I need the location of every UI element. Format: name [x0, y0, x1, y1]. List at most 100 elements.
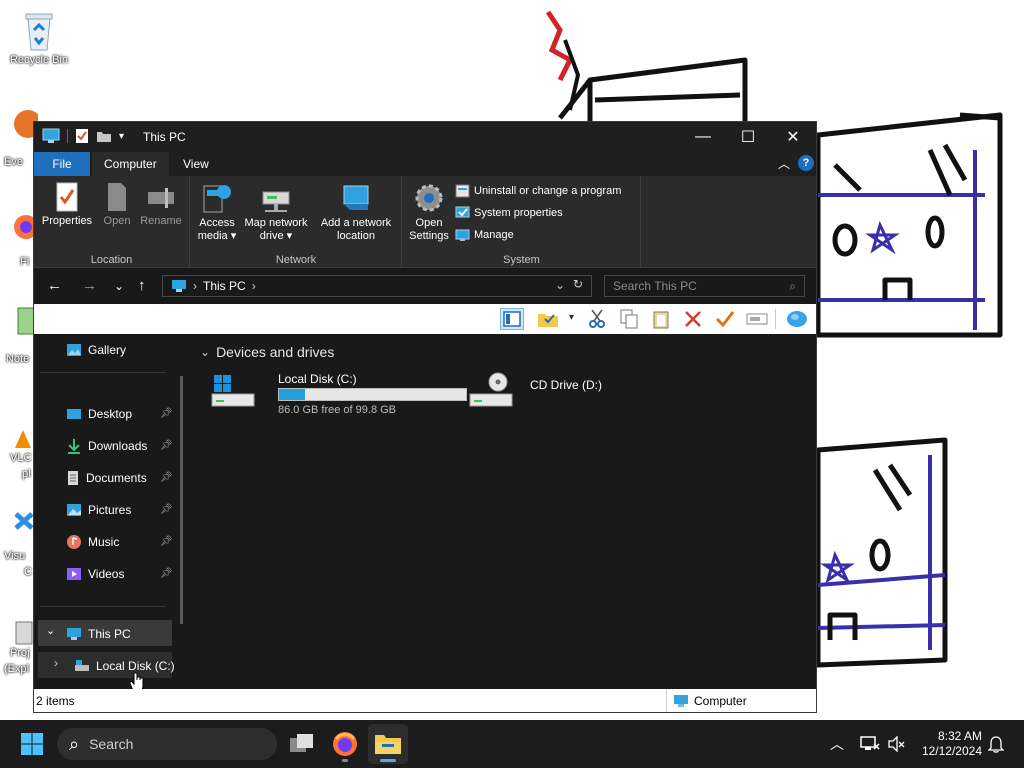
- project-desktop-icon[interactable]: [14, 620, 34, 649]
- local-disk-icon: [211, 375, 255, 407]
- add-network-location-button[interactable]: Add a network location: [315, 180, 397, 243]
- desktop-icon-recycle-bin[interactable]: Recycle Bin: [4, 8, 74, 66]
- breadcrumb-chevron-icon[interactable]: ›: [252, 279, 256, 293]
- cd-drive-icon: [469, 372, 513, 407]
- ribbon-group-system: Open Settings Uninstall or change a prog…: [403, 176, 641, 268]
- maximize-button[interactable]: ☐: [725, 122, 771, 152]
- navigation-pane-icon[interactable]: [500, 308, 524, 330]
- expand-chevron-icon[interactable]: ⌄: [46, 624, 55, 637]
- status-bar: 2 items Computer: [34, 689, 816, 712]
- select-all-icon[interactable]: [536, 308, 560, 330]
- nav-item-downloads[interactable]: Downloads: [66, 436, 147, 456]
- shortcut-icon: [15, 621, 33, 645]
- drive-local-disk-c[interactable]: Local Disk (C:) 86.0 GB free of 99.8 GB: [210, 372, 467, 422]
- title-bar[interactable]: ▾ This PC — ☐ ✕: [34, 122, 816, 152]
- firefox-icon: [14, 215, 38, 239]
- nav-item-documents[interactable]: Documents: [66, 468, 147, 488]
- address-input[interactable]: › This PC › ⌄ ↻: [162, 275, 592, 297]
- nav-divider: [40, 606, 166, 607]
- network-drive-icon: [262, 191, 290, 212]
- toolbar-divider: [775, 309, 776, 329]
- desktop-icon-label-partial: Proj: [10, 647, 30, 659]
- start-button[interactable]: [12, 724, 52, 764]
- pin-icon[interactable]: 📌︎: [160, 504, 173, 515]
- vscode-desktop-icon[interactable]: [14, 506, 34, 539]
- notepad-desktop-icon[interactable]: [16, 306, 35, 339]
- system-properties-button[interactable]: System properties: [455, 206, 563, 220]
- recent-locations-icon[interactable]: ⌄: [114, 279, 124, 293]
- pin-icon[interactable]: 📌︎: [160, 568, 173, 579]
- breadcrumb-chevron-icon[interactable]: ›: [193, 279, 197, 293]
- collapse-ribbon-icon[interactable]: ︿: [778, 155, 790, 172]
- help-icon[interactable]: ?: [798, 155, 814, 171]
- recycle-bin-icon: [25, 13, 53, 51]
- task-view-button[interactable]: [282, 724, 322, 764]
- copy-icon[interactable]: [617, 308, 641, 330]
- map-network-drive-button[interactable]: Map network drive ▾: [241, 180, 311, 243]
- uninstall-program-button[interactable]: Uninstall or change a program: [455, 184, 621, 198]
- nav-item-this-pc[interactable]: This PC: [66, 624, 131, 644]
- firefox-taskbar-button[interactable]: [325, 724, 365, 764]
- tab-computer[interactable]: Computer: [92, 152, 169, 176]
- section-collapse-icon[interactable]: ⌄: [200, 345, 210, 359]
- nav-item-desktop[interactable]: Desktop: [66, 404, 132, 424]
- windows-logo-icon: [21, 733, 43, 755]
- new-folder-qat-icon[interactable]: [96, 129, 112, 143]
- access-media-button[interactable]: Access media ▾: [197, 180, 237, 243]
- forward-arrow-icon[interactable]: →: [82, 277, 97, 294]
- qat-dropdown-icon[interactable]: ▾: [119, 131, 124, 142]
- collapse-chevron-icon[interactable]: ›: [54, 656, 58, 670]
- nav-item-gallery[interactable]: Gallery: [66, 340, 126, 360]
- breadcrumb-this-pc[interactable]: This PC: [203, 279, 246, 293]
- nav-item-local-disk[interactable]: Local Disk (C:): [74, 656, 175, 676]
- customize-dropdown-icon[interactable]: ▾: [569, 312, 574, 323]
- drive-cd-d[interactable]: CD Drive (D:): [468, 372, 628, 412]
- network-status-icon[interactable]: [860, 736, 880, 752]
- up-arrow-icon[interactable]: ↑: [138, 277, 146, 294]
- rename-toolbar-icon[interactable]: [745, 308, 769, 330]
- tab-view[interactable]: View: [171, 152, 221, 176]
- open-icon: [108, 183, 126, 211]
- nav-item-videos[interactable]: Videos: [66, 564, 124, 584]
- properties-qat-icon[interactable]: [75, 128, 89, 144]
- taskbar-search[interactable]: ⌕ Search: [57, 728, 277, 760]
- nav-item-music[interactable]: Music: [66, 532, 119, 552]
- clock[interactable]: 8:32 AM 12/12/2024: [912, 729, 982, 759]
- command-toolbar: ▾: [34, 304, 816, 334]
- file-explorer-taskbar-button[interactable]: [368, 724, 408, 764]
- pin-icon[interactable]: 📌︎: [160, 408, 173, 419]
- open-button[interactable]: Open: [98, 180, 136, 228]
- open-settings-button[interactable]: Open Settings: [407, 180, 451, 243]
- paste-icon[interactable]: [649, 308, 673, 330]
- pin-icon[interactable]: 📌︎: [160, 440, 173, 451]
- nav-scrollbar[interactable]: [180, 376, 183, 624]
- minimize-button[interactable]: —: [680, 122, 726, 152]
- tab-file[interactable]: File: [34, 152, 90, 176]
- close-button[interactable]: ✕: [770, 122, 816, 152]
- delete-icon[interactable]: [681, 308, 705, 330]
- ribbon-tabs: File Computer View ︿ ?: [34, 152, 816, 176]
- running-indicator: [342, 759, 348, 762]
- pin-icon[interactable]: 📌︎: [160, 472, 173, 483]
- pin-icon[interactable]: 📌︎: [160, 536, 173, 547]
- properties-button[interactable]: Properties: [40, 180, 94, 228]
- qat-divider: [67, 129, 68, 143]
- videos-icon: [67, 568, 81, 580]
- section-header-devices[interactable]: ⌄ Devices and drives: [200, 344, 334, 360]
- volume-muted-icon[interactable]: [887, 736, 905, 752]
- view-options-icon[interactable]: [785, 308, 809, 330]
- cut-icon[interactable]: [585, 308, 609, 330]
- checkmark-icon[interactable]: [713, 308, 737, 330]
- rename-button[interactable]: Rename: [138, 180, 184, 228]
- notifications-bell-icon[interactable]: [988, 735, 1004, 753]
- refresh-icon[interactable]: ↻: [573, 277, 583, 291]
- back-arrow-icon[interactable]: ←: [47, 277, 62, 294]
- manage-button[interactable]: Manage: [455, 228, 514, 242]
- address-dropdown-icon[interactable]: ⌄: [555, 278, 565, 292]
- nav-label: Music: [88, 535, 120, 549]
- vlc-desktop-icon[interactable]: [14, 428, 32, 453]
- search-input[interactable]: Search This PC ⌕: [604, 275, 805, 297]
- firefox-desktop-icon[interactable]: [4, 212, 38, 245]
- nav-item-pictures[interactable]: Pictures: [66, 500, 131, 520]
- show-hidden-icons-chevron[interactable]: ︿: [830, 734, 844, 754]
